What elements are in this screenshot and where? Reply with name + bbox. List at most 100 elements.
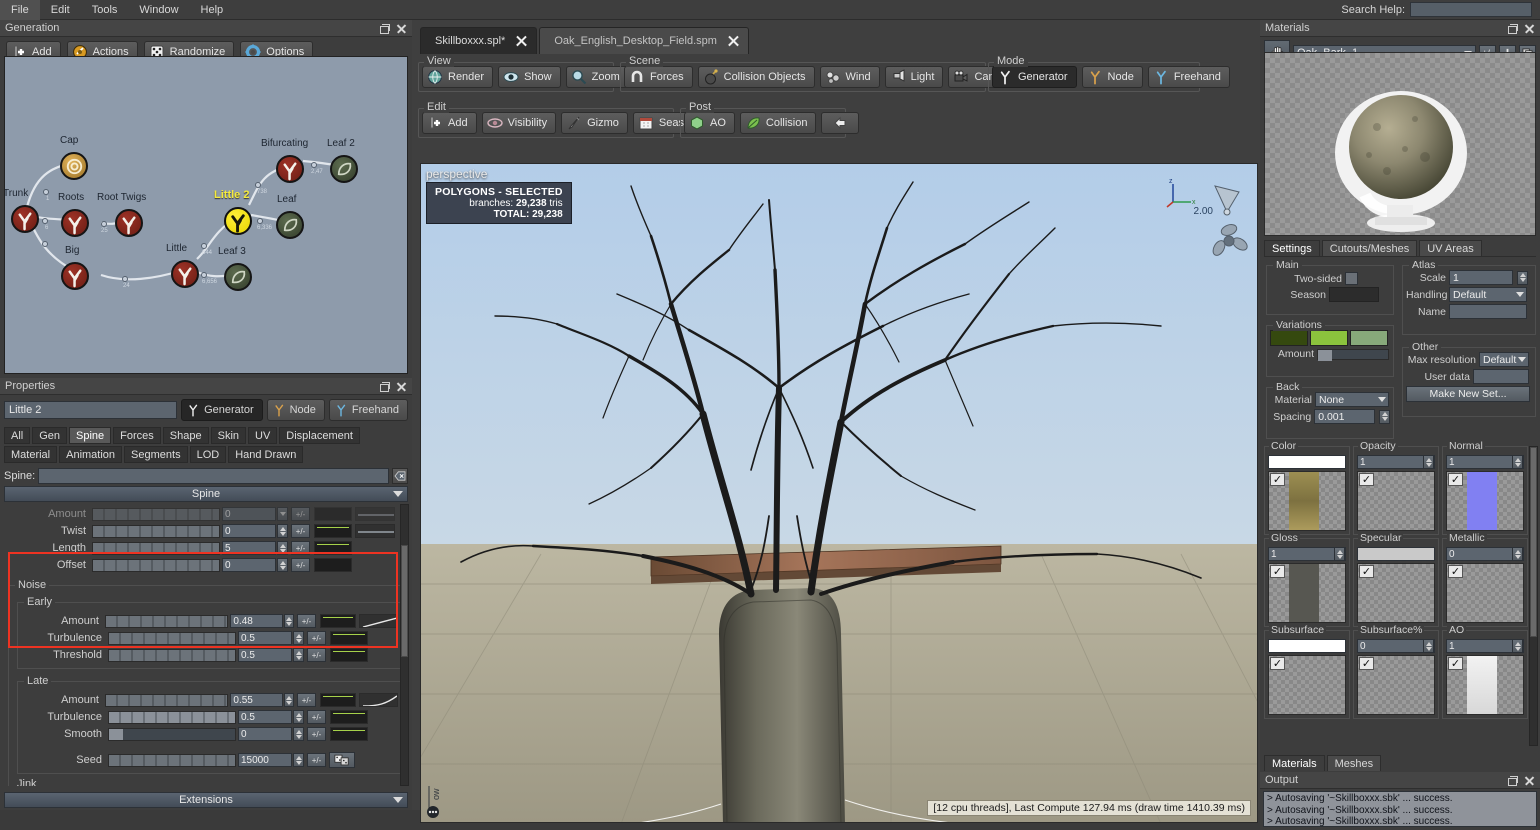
row-curve-box[interactable] xyxy=(320,693,357,707)
row-curve-box[interactable] xyxy=(330,727,368,741)
row-curve-box[interactable] xyxy=(314,541,352,555)
float-icon[interactable] xyxy=(379,381,390,392)
row-graph-box[interactable] xyxy=(355,524,395,538)
close-icon[interactable] xyxy=(396,381,407,392)
back-material-select[interactable]: None xyxy=(1315,392,1389,407)
row-spinner[interactable] xyxy=(293,710,304,724)
tab-lod[interactable]: LOD xyxy=(190,446,227,463)
spine-section-bar[interactable]: Spine xyxy=(4,486,408,502)
row-graph-box[interactable] xyxy=(359,693,398,707)
row-plus-minus-button[interactable]: +/- xyxy=(307,648,326,662)
row-plus-minus-button[interactable]: +/- xyxy=(307,631,326,645)
seed-dice-icon[interactable] xyxy=(329,752,355,768)
tab-shape[interactable]: Shape xyxy=(163,427,209,444)
atlas-handling-select[interactable]: Default xyxy=(1449,287,1527,302)
atlas-name-input[interactable] xyxy=(1449,304,1527,319)
graph-connector[interactable] xyxy=(122,276,128,282)
tab-spine[interactable]: Spine xyxy=(69,427,111,444)
row-slider[interactable] xyxy=(108,754,236,767)
texture-spinner[interactable] xyxy=(1512,639,1523,653)
forces-button[interactable]: Forces xyxy=(624,66,693,88)
row-value[interactable]: 0 xyxy=(238,727,292,741)
ao-button[interactable]: AO xyxy=(684,112,735,134)
properties-scrollbar[interactable] xyxy=(400,504,409,786)
row-curve-box[interactable] xyxy=(314,507,352,521)
menu-item-edit[interactable]: Edit xyxy=(40,0,81,20)
close-icon[interactable] xyxy=(515,35,528,48)
row-value[interactable]: 0.5 xyxy=(238,648,292,662)
tab-forces[interactable]: Forces xyxy=(113,427,161,444)
scrollbar-thumb[interactable] xyxy=(401,545,408,657)
graph-connector[interactable] xyxy=(42,241,48,247)
texture-value[interactable]: 1 xyxy=(1446,455,1524,469)
row-curve-box[interactable] xyxy=(320,614,357,628)
edit-add-button[interactable]: Add xyxy=(422,112,477,134)
output-log-list[interactable]: > Autosaving '~Skillboxxx.sbk' ... succe… xyxy=(1263,791,1537,827)
render-button[interactable]: Render xyxy=(422,66,493,88)
mode-freehand-toolbar-button[interactable]: Freehand xyxy=(1148,66,1230,88)
row-slider[interactable] xyxy=(108,632,236,645)
variation-swatch-3[interactable] xyxy=(1350,330,1388,346)
two-sided-checkbox[interactable] xyxy=(1345,272,1358,285)
tab-displacement[interactable]: Displacement xyxy=(279,427,360,444)
row-value[interactable]: 5 xyxy=(222,541,276,555)
row-value[interactable]: 0.5 xyxy=(238,710,292,724)
texture-thumbnail[interactable]: ✓ xyxy=(1446,563,1524,623)
row-slider[interactable] xyxy=(108,649,236,662)
texture-enabled-checkbox[interactable]: ✓ xyxy=(1359,473,1374,486)
row-slider[interactable] xyxy=(105,694,228,707)
graph-connector[interactable] xyxy=(101,221,107,227)
generation-graph[interactable]: 1 6 25 24 644 6,656 6,336 738 2,47 Trunk… xyxy=(4,56,408,374)
row-curve-box[interactable] xyxy=(330,648,368,662)
row-plus-minus-button[interactable]: +/- xyxy=(291,541,310,555)
scrollbar-thumb[interactable] xyxy=(1530,447,1537,637)
menu-item-tools[interactable]: Tools xyxy=(81,0,129,20)
max-resolution-select[interactable]: Default xyxy=(1479,352,1529,367)
texture-enabled-checkbox[interactable]: ✓ xyxy=(1448,565,1463,578)
tab-animation[interactable]: Animation xyxy=(59,446,122,463)
row-slider[interactable] xyxy=(92,542,220,555)
row-value[interactable]: 0.5 xyxy=(238,631,292,645)
spine-filter-input[interactable] xyxy=(38,468,389,484)
chevron-down-icon[interactable] xyxy=(1516,292,1524,297)
row-plus-minus-button[interactable]: +/- xyxy=(297,614,315,628)
row-spinner[interactable] xyxy=(277,524,288,538)
row-value[interactable]: 0 xyxy=(222,507,276,521)
material-preview[interactable] xyxy=(1264,52,1536,236)
tab-uv-areas[interactable]: UV Areas xyxy=(1419,240,1481,256)
graph-node-leaf-2[interactable] xyxy=(330,155,358,183)
tab-oak-english-desktop-field[interactable]: Oak_English_Desktop_Field.spm xyxy=(539,27,749,54)
texture-enabled-checkbox[interactable]: ✓ xyxy=(1270,657,1285,670)
graph-node-cap[interactable] xyxy=(60,152,88,180)
row-value[interactable]: 0 xyxy=(222,558,276,572)
make-new-set-button[interactable]: Make New Set... xyxy=(1406,386,1530,402)
texture-value[interactable]: 1 xyxy=(1357,455,1435,469)
row-plus-minus-button[interactable]: +/- xyxy=(307,710,326,724)
tab-skillboxxx[interactable]: Skillboxxx.spl* xyxy=(420,27,537,54)
wind-gizmo-icon[interactable] xyxy=(1207,220,1251,262)
texture-enabled-checkbox[interactable]: ✓ xyxy=(1448,473,1463,486)
graph-node-big[interactable] xyxy=(61,262,89,290)
gizmo-button[interactable]: Gizmo xyxy=(561,112,628,134)
close-icon[interactable] xyxy=(396,23,407,34)
mode-node-toolbar-button[interactable]: Node xyxy=(1082,66,1143,88)
texture-enabled-checkbox[interactable]: ✓ xyxy=(1270,565,1285,578)
back-arrow-button[interactable] xyxy=(821,112,859,134)
texture-color-swatch[interactable] xyxy=(1357,547,1435,561)
texture-spinner[interactable] xyxy=(1423,455,1434,469)
texture-spinner[interactable] xyxy=(1512,455,1523,469)
collision-objects-button[interactable]: Collision Objects xyxy=(698,66,815,88)
texture-color-swatch[interactable] xyxy=(1268,639,1346,653)
mode-node-button[interactable]: Node xyxy=(267,399,325,421)
row-slider[interactable] xyxy=(105,615,228,628)
row-value[interactable]: 0.55 xyxy=(230,693,282,707)
row-plus-minus-button[interactable]: +/- xyxy=(307,727,326,741)
properties-scroll-area[interactable]: Amount 0 +/- Twist 0 +/- xyxy=(4,504,408,786)
tab-cutouts-meshes[interactable]: Cutouts/Meshes xyxy=(1322,240,1417,256)
graph-node-root-twigs[interactable] xyxy=(115,209,143,237)
row-value[interactable]: 15000 xyxy=(238,753,292,767)
row-plus-minus-button[interactable]: +/- xyxy=(291,507,310,521)
graph-connector[interactable] xyxy=(311,162,317,168)
float-icon[interactable] xyxy=(1507,775,1518,786)
tab-uv[interactable]: UV xyxy=(248,427,277,444)
